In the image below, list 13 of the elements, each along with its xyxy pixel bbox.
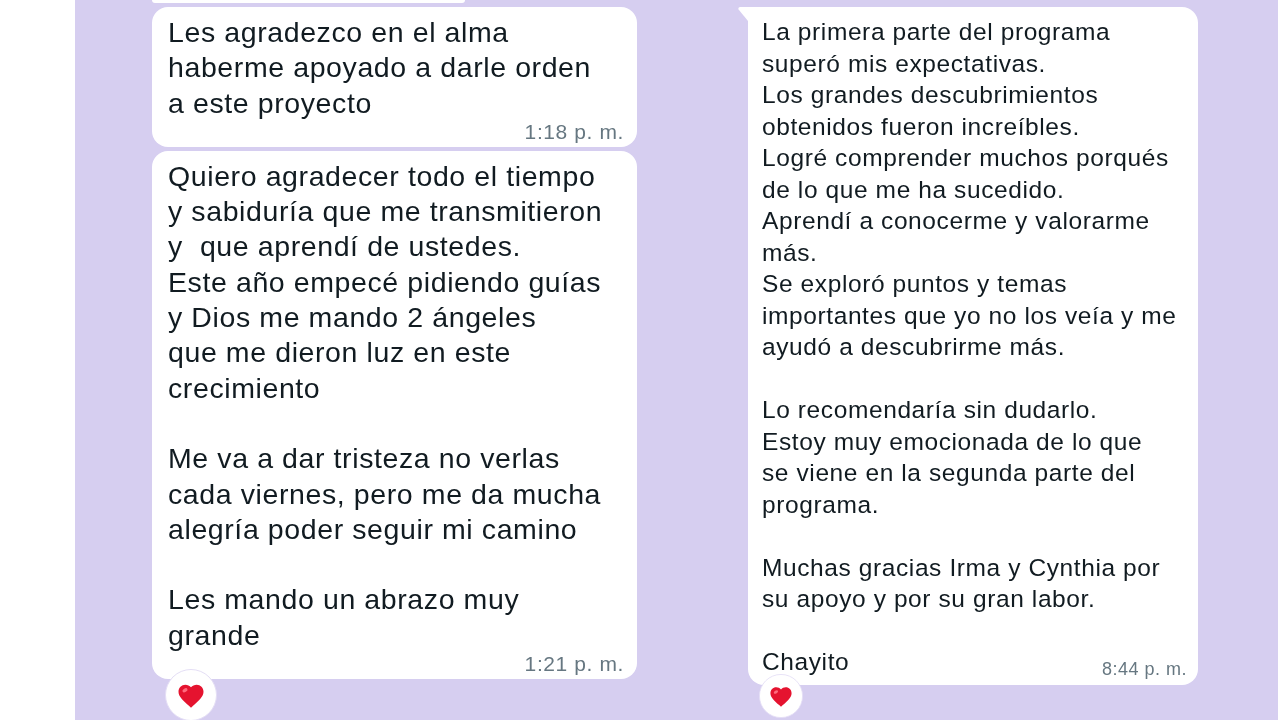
message-text: Lo recomendaría sin dudarlo. Estoy muy emocionada de lo que se viene en la segunda parte del programa. [762,395,1144,520]
heart-reaction-icon[interactable] [759,673,803,718]
heart-reaction-icon[interactable] [165,669,217,720]
message-time: 1:18 p. m. [524,120,624,143]
message-text: Les agradezco en el alma haberme apoyado a darle orden a este proyecto [168,15,592,121]
message-time: 8:44 p. m. [1101,657,1187,680]
message-text: La primera parte del programa superó mis expectativas. Los grandes descubrimientos obtenidos fueron increíbles. Logré comprender muchos porqués de lo que me ha sucedido. Aprendí a conocerme y valorarme más. Se exploró puntos y temas importantes que yo no los veía y me ayudó a descubrirme más. [762,17,1178,362]
message-time: 1:21 p. m. [524,653,624,676]
message-text: Les mando un abrazo muy grande [168,582,520,653]
message-text: Me va a dar tristeza no verlas cada viernes, pero me da mucha alegría poder seguir mi camino [168,441,603,547]
message-text: Muchas gracias Irma y Cynthia por su apoyo y por su gran labor. [762,552,1162,614]
message-text: Chayito [762,647,850,677]
message-text: Quiero agradecer todo el tiempo y sabiduría que me transmitieron y que aprendí de ustedes. Este año empecé pidiendo guías y Dios me mando 2 ángeles que me dieron luz en este crecimiento [168,158,604,406]
